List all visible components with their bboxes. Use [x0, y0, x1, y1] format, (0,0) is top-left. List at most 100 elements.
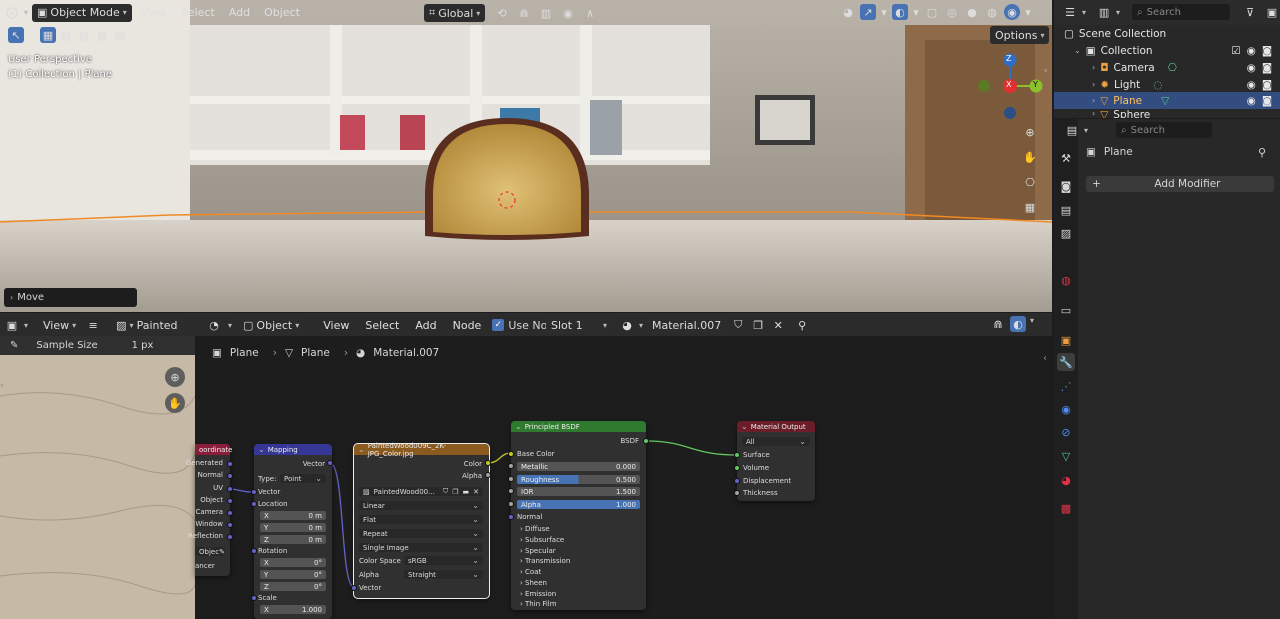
camera-view-icon[interactable]: ⎔: [1022, 174, 1038, 190]
tool-tab-icon[interactable]: ⚒: [1057, 149, 1075, 167]
object-tab-icon[interactable]: ▣: [1057, 331, 1075, 349]
transform-orientation-dropdown[interactable]: ⌗ Global ▾: [424, 4, 486, 22]
panel-subsurface[interactable]: › Subsurface: [520, 536, 564, 544]
type-dropdown[interactable]: Point ⌄: [280, 474, 326, 483]
panel-emission[interactable]: › Emission: [520, 590, 556, 598]
socket-vector-in[interactable]: [351, 585, 357, 591]
pivot-icon[interactable]: ⟲: [494, 5, 510, 21]
socket-color-out[interactable]: [485, 460, 491, 466]
location-x-field[interactable]: X0 m: [260, 511, 326, 520]
socket-roughness[interactable]: [508, 476, 514, 482]
eye-icon[interactable]: ◉: [1247, 45, 1256, 57]
constraints-tab-icon[interactable]: ⊘: [1057, 423, 1075, 441]
collection-row[interactable]: ⌄ ▣ Collection ☑ ◉ ◙: [1054, 42, 1280, 59]
socket-displacement[interactable]: [734, 478, 740, 484]
select-tool-icon[interactable]: ↖: [8, 27, 24, 43]
menu-select[interactable]: Select: [176, 6, 220, 19]
perspective-toggle-icon[interactable]: ▦: [1022, 199, 1038, 215]
camera-render-icon[interactable]: ◙: [1262, 95, 1272, 107]
object-picker[interactable]: Objec ✎: [195, 547, 225, 556]
eye-icon[interactable]: ◉: [1247, 95, 1256, 107]
image-datablock-field[interactable]: ▨ PaintedWood00... ⛉ ❐ ▬ ✕: [359, 487, 483, 496]
sidebar-toggle-icon[interactable]: ‹: [1044, 66, 1048, 76]
socket-vector-in[interactable]: [251, 489, 257, 495]
filter-icon[interactable]: ⊽: [1242, 4, 1258, 20]
socket-normal[interactable]: [227, 473, 233, 479]
options-dropdown[interactable]: Options ▾: [990, 26, 1050, 44]
material-output-node[interactable]: ⌄ Material Output All ⌄ Surface Volume Dis…: [734, 421, 815, 501]
solid-shading-icon[interactable]: ●: [964, 4, 980, 20]
socket-volume[interactable]: [734, 465, 740, 471]
socket-object[interactable]: [227, 498, 233, 504]
camera-render-icon[interactable]: ◙: [1262, 45, 1272, 57]
source-dropdown[interactable]: Single Image ⌄: [359, 543, 483, 552]
socket-normal[interactable]: [508, 514, 514, 520]
gizmo-toggle-icon[interactable]: ↗: [860, 4, 876, 20]
select-new-icon[interactable]: ▦: [40, 27, 56, 43]
outliner-item-sphere[interactable]: › ▽ Sphere: [1054, 109, 1280, 118]
interpolation-dropdown[interactable]: Linear ⌄: [359, 501, 483, 510]
outliner-type-icon[interactable]: ☰: [1062, 4, 1078, 20]
roughness-field[interactable]: Roughness 0.500: [517, 475, 640, 484]
image-texture-node[interactable]: ⌄ PaintedWood009C_2K-JPG_Color.jpg Color …: [351, 442, 491, 599]
material-tab-icon[interactable]: ◕: [1057, 471, 1075, 489]
outliner-item-light[interactable]: › ✹ Light ◌ ◉ ◙: [1054, 76, 1280, 93]
collection-tab-icon[interactable]: ▭: [1057, 301, 1075, 319]
output-tab-icon[interactable]: ▤: [1057, 201, 1075, 219]
overlays-icon[interactable]: ◐: [892, 4, 908, 20]
view-layer-tab-icon[interactable]: ▨: [1057, 224, 1075, 242]
select-intersect-icon[interactable]: ▤: [112, 27, 128, 43]
wireframe-shading-icon[interactable]: ◎: [944, 4, 960, 20]
socket-alpha-out[interactable]: [485, 472, 491, 478]
rendered-shading-icon[interactable]: ◉: [1004, 4, 1020, 20]
falloff-icon[interactable]: ∧: [582, 5, 598, 21]
eye-icon[interactable]: ◉: [1247, 79, 1256, 91]
metallic-field[interactable]: Metallic 0.000: [517, 462, 640, 471]
scale-x-field[interactable]: X 1.000: [260, 605, 326, 614]
add-modifier-button[interactable]: + Add Modifier: [1086, 176, 1274, 192]
alpha-field[interactable]: Alpha 1.000: [517, 500, 640, 509]
socket-surface[interactable]: [734, 452, 740, 458]
panel-specular[interactable]: › Specular: [520, 547, 556, 555]
material-shading-icon[interactable]: ◍: [984, 4, 1000, 20]
outliner-item-camera[interactable]: › ◘ Camera ⎔ ◉ ◙: [1054, 59, 1280, 76]
ior-field[interactable]: IOR 1.500: [517, 487, 640, 496]
world-tab-icon[interactable]: ◍: [1057, 271, 1075, 289]
modifier-tab-icon[interactable]: 🔧: [1057, 353, 1075, 371]
properties-search-input[interactable]: ⌕ Search: [1116, 122, 1212, 138]
alpha-mode-dropdown[interactable]: Straight ⌄: [404, 570, 483, 579]
socket-camera[interactable]: [227, 510, 233, 516]
pin-icon[interactable]: ⚲: [1258, 146, 1266, 159]
select-extend-icon[interactable]: ▧: [58, 27, 74, 43]
mode-dropdown[interactable]: ▣ Object Mode ▾: [32, 3, 132, 22]
socket-scale[interactable]: [251, 595, 257, 601]
shading-caret-icon[interactable]: ▾: [1024, 4, 1032, 20]
principled-bsdf-node[interactable]: ⌄ Principled BSDF BSDF Base Color Metalli…: [508, 421, 649, 610]
select-subtract-icon[interactable]: ▨: [76, 27, 92, 43]
last-operator-panel[interactable]: › Move: [4, 288, 137, 307]
pan-hand-icon[interactable]: ✋: [1022, 149, 1038, 165]
panel-thin-film[interactable]: › Thin Film: [520, 600, 557, 608]
texture-coordinate-node[interactable]: oordinate Generated Normal UV Object Cam…: [186, 444, 233, 576]
socket-metallic[interactable]: [508, 463, 514, 469]
rotation-y-field[interactable]: Y 0°: [260, 570, 326, 579]
socket-uv[interactable]: [227, 486, 233, 492]
visibility-icon[interactable]: ◕: [840, 4, 856, 20]
select-invert-icon[interactable]: ▩: [94, 27, 110, 43]
properties-type-icon[interactable]: ▤: [1064, 122, 1080, 138]
editor-type-icon[interactable]: [4, 5, 20, 21]
display-mode-icon[interactable]: ▥: [1096, 4, 1112, 20]
socket-window[interactable]: [227, 522, 233, 528]
camera-render-icon[interactable]: ◙: [1262, 79, 1272, 91]
color-space-dropdown[interactable]: sRGB ⌄: [404, 556, 483, 565]
3d-viewport[interactable]: ▾ ▣ Object Mode ▾ View Select Add Object…: [0, 0, 1052, 312]
socket-rotation[interactable]: [251, 548, 257, 554]
socket-thickness[interactable]: [734, 490, 740, 496]
location-z-field[interactable]: Z0 m: [260, 535, 326, 544]
snap-icon[interactable]: ⋒: [516, 5, 532, 21]
target-dropdown[interactable]: All ⌄: [742, 437, 810, 446]
checkbox-icon[interactable]: ☑: [1231, 45, 1240, 57]
extension-dropdown[interactable]: Repeat ⌄: [359, 529, 483, 538]
scene-collection-row[interactable]: ▢ Scene Collection: [1054, 25, 1280, 42]
location-y-field[interactable]: Y0 m: [260, 523, 326, 532]
